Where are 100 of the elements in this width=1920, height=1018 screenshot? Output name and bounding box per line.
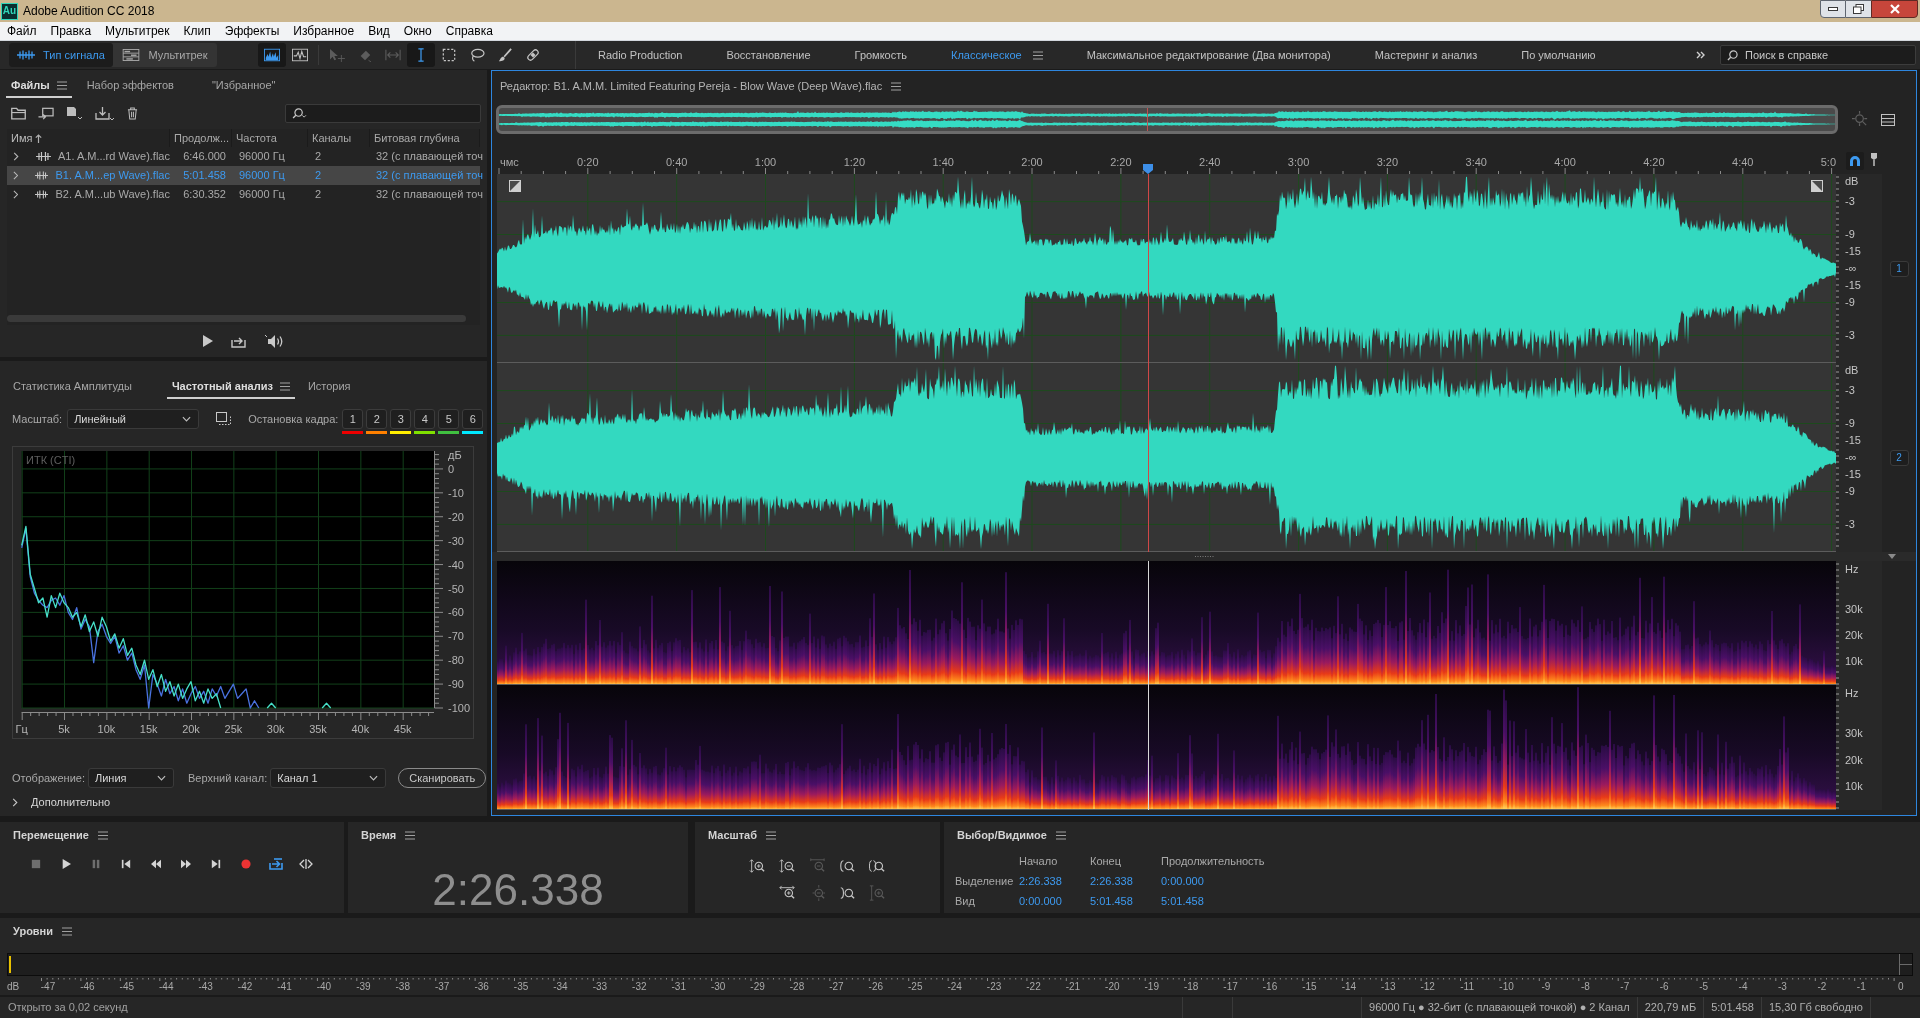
- scrollbar[interactable]: [7, 315, 466, 322]
- column-header[interactable]: Битовая глубина: [370, 129, 480, 147]
- freeze-slot-button[interactable]: 2: [366, 409, 388, 429]
- channel-badge[interactable]: 2: [1889, 449, 1909, 466]
- skip-selection-icon[interactable]: [299, 858, 313, 870]
- folder-icon[interactable]: [11, 106, 26, 120]
- menu-icon[interactable]: [62, 926, 73, 936]
- stop-icon[interactable]: [31, 859, 41, 869]
- panel-tab[interactable]: Файлы: [6, 74, 72, 98]
- zoom-icon[interactable]: [839, 885, 855, 901]
- search-field[interactable]: [285, 103, 481, 123]
- zoom-in-icon[interactable]: [749, 858, 765, 874]
- file-icon[interactable]: [66, 106, 83, 120]
- menu-icon[interactable]: [891, 81, 902, 91]
- trash-icon[interactable]: [127, 106, 138, 120]
- menu-item[interactable]: Избранное: [286, 22, 362, 40]
- chevron-icon[interactable]: [12, 797, 18, 807]
- column-header[interactable]: Имя: [7, 129, 170, 147]
- freeze-slot-button[interactable]: 5: [438, 409, 460, 429]
- menu-icon[interactable]: [97, 830, 108, 840]
- panel-tab[interactable]: Частотный анализ: [166, 375, 295, 399]
- freeze-slot-button[interactable]: 6: [462, 409, 484, 429]
- menu-icon[interactable]: [766, 830, 776, 840]
- time-field[interactable]: 0:00.000: [1161, 873, 1204, 890]
- close-button[interactable]: [1871, 0, 1918, 18]
- column-header[interactable]: Продолж...: [170, 129, 232, 147]
- menu-item[interactable]: Вид: [361, 22, 397, 40]
- chevron-icon[interactable]: [13, 152, 19, 161]
- workspace-tab[interactable]: Громкость: [832, 41, 929, 69]
- double-chevron-icon[interactable]: [1696, 51, 1706, 59]
- skip-start-icon[interactable]: [121, 859, 131, 869]
- zoom-out-icon[interactable]: [779, 858, 795, 874]
- view-tab[interactable]: Мультитрек: [113, 43, 217, 67]
- snap-toggle[interactable]: [1846, 152, 1864, 170]
- menu-icon[interactable]: [405, 830, 416, 840]
- chevron-icon[interactable]: [13, 190, 19, 199]
- workspace-tab[interactable]: Классическое: [929, 41, 1065, 69]
- play-icon[interactable]: [61, 859, 71, 869]
- menu-item[interactable]: Справка: [438, 22, 500, 40]
- grip-icon[interactable]: [1195, 555, 1215, 558]
- import-icon[interactable]: [38, 106, 54, 120]
- pause-icon[interactable]: [91, 859, 101, 869]
- time-field[interactable]: 5:01.458: [1161, 893, 1204, 910]
- record-icon[interactable]: [241, 859, 251, 869]
- restore-button[interactable]: [1846, 0, 1871, 18]
- time-field[interactable]: 2:26.338: [1019, 873, 1062, 890]
- workspace-tab[interactable]: Восстановление: [704, 41, 833, 69]
- chevron-icon[interactable]: [13, 171, 19, 180]
- pin-icon[interactable]: [1870, 152, 1878, 166]
- zoom-icon[interactable]: [869, 858, 885, 874]
- fade-handle-icon[interactable]: [1811, 180, 1823, 192]
- panel-tab[interactable]: Набор эффектов: [81, 74, 179, 98]
- zoom-icon[interactable]: [839, 858, 855, 874]
- time-field[interactable]: 0:00.000: [1019, 893, 1062, 910]
- column-header[interactable]: Частота: [232, 129, 308, 147]
- channel-dropdown[interactable]: Канал 1: [270, 768, 387, 788]
- menu-icon[interactable]: [279, 381, 290, 391]
- frame-icon[interactable]: [216, 412, 232, 426]
- tray-arrow-icon[interactable]: [95, 105, 115, 121]
- menu-item[interactable]: Окно: [396, 22, 439, 40]
- workspace-tab[interactable]: Максимальное редактирование (Два монитора): [1064, 41, 1353, 69]
- display-dropdown[interactable]: Линия: [88, 768, 174, 788]
- fast-forward-icon[interactable]: [181, 859, 191, 869]
- scale-dropdown[interactable]: Линейный: [67, 409, 200, 429]
- menu-item[interactable]: Эффекты: [217, 22, 287, 40]
- workspace-tab[interactable]: По умолчанию: [1499, 41, 1618, 69]
- workspace-tab[interactable]: Radio Production: [576, 41, 705, 69]
- freeze-slot-button[interactable]: 3: [390, 409, 412, 429]
- advanced-toggle[interactable]: Дополнительно: [12, 794, 111, 810]
- fade-handle-icon[interactable]: [509, 180, 521, 192]
- tool-button[interactable]: [258, 43, 286, 67]
- time-field[interactable]: 2:26.338: [1090, 873, 1133, 890]
- menu-icon[interactable]: [56, 80, 67, 90]
- rewind-icon[interactable]: [151, 859, 161, 869]
- panel-tab[interactable]: Статистика Амплитуды: [8, 375, 137, 399]
- loop-icon[interactable]: [269, 858, 283, 870]
- panel-tab[interactable]: "Избранное": [206, 74, 281, 98]
- menu-item[interactable]: Клип: [176, 22, 218, 40]
- zoom-navigator-icon[interactable]: [1852, 111, 1869, 128]
- channel-badge[interactable]: 1: [1889, 260, 1909, 277]
- menu-icon[interactable]: [1055, 830, 1066, 840]
- help-search-field[interactable]: Поиск в справке: [1720, 45, 1916, 65]
- caret-icon[interactable]: [1888, 554, 1896, 559]
- skip-end-icon[interactable]: [211, 859, 221, 869]
- play-icon[interactable]: [203, 335, 213, 347]
- column-header[interactable]: Каналы: [308, 129, 370, 147]
- time-field[interactable]: 5:01.458: [1090, 893, 1133, 910]
- freeze-slot-button[interactable]: 1: [342, 409, 364, 429]
- list-icon[interactable]: [1881, 113, 1895, 126]
- zoom-in-icon[interactable]: [779, 885, 795, 901]
- menu-item[interactable]: Мультитрек: [98, 22, 177, 40]
- speaker-icon[interactable]: [264, 333, 284, 349]
- menu-icon[interactable]: [1032, 50, 1043, 60]
- menu-item[interactable]: Файл: [0, 22, 44, 40]
- panel-tab[interactable]: История: [302, 375, 356, 399]
- menu-item[interactable]: Правка: [43, 22, 99, 40]
- workspace-tab[interactable]: Мастеринг и анализ: [1352, 41, 1500, 69]
- minimize-button[interactable]: [1820, 0, 1846, 18]
- view-tab[interactable]: Тип сигнала: [9, 43, 113, 67]
- freeze-slot-button[interactable]: 4: [414, 409, 436, 429]
